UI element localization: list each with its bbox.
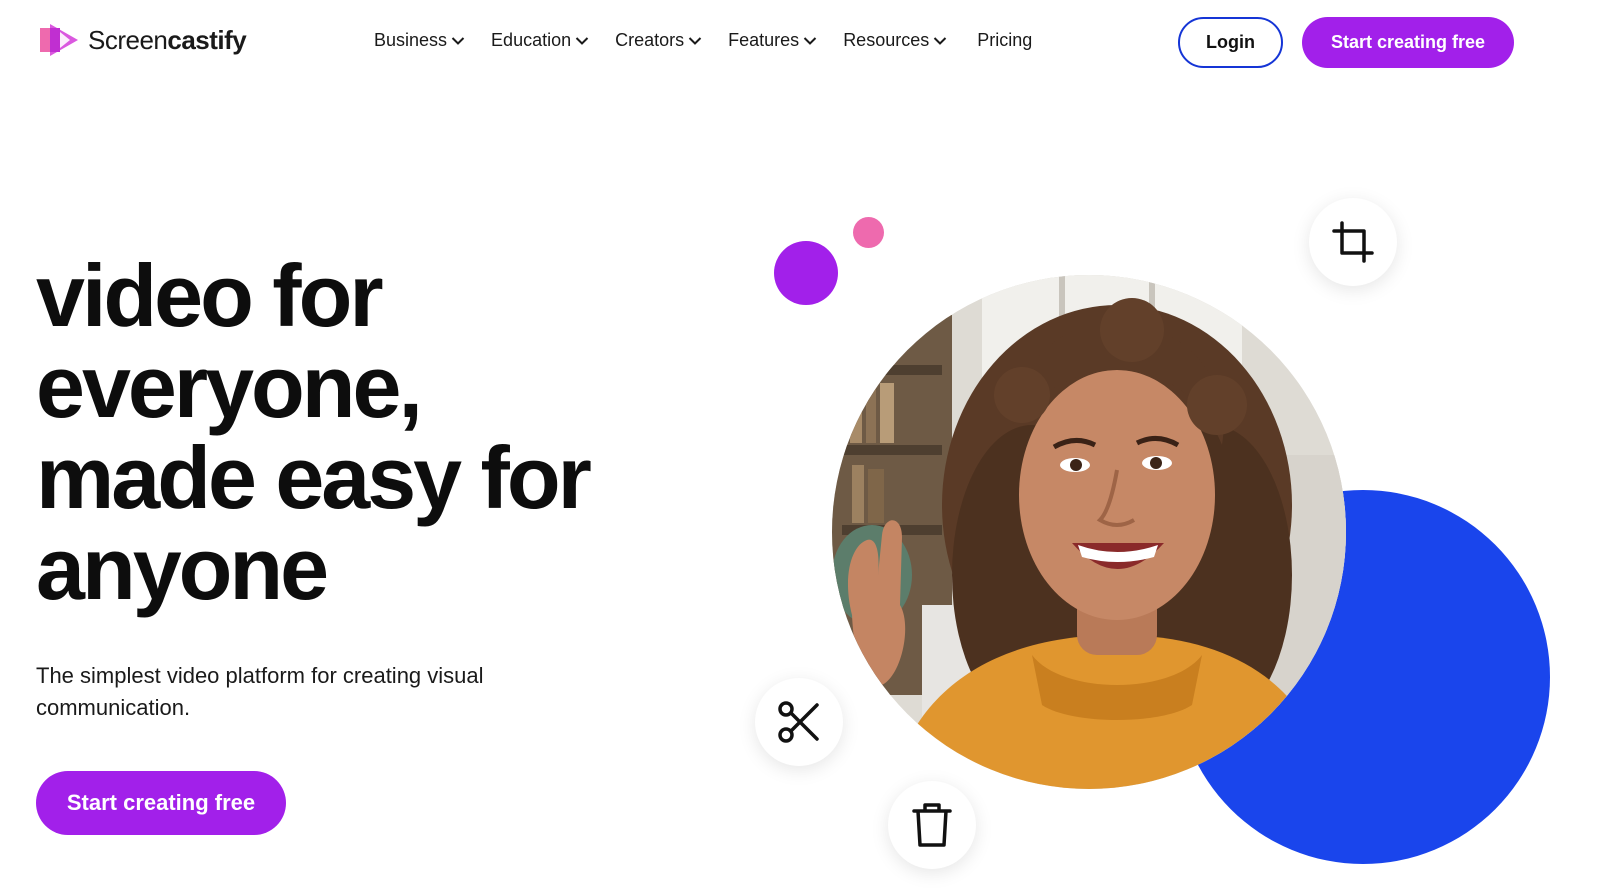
hero-title-line: video for bbox=[36, 246, 384, 345]
hero-subtitle: The simplest video platform for creating… bbox=[36, 663, 484, 720]
chevron-down-icon bbox=[451, 36, 465, 45]
nav-item-business[interactable]: Business bbox=[374, 30, 465, 51]
nav-item-label: Creators bbox=[615, 30, 685, 50]
brand-logo[interactable]: Screencastify bbox=[38, 22, 247, 58]
nav-item-education[interactable]: Education bbox=[491, 30, 589, 51]
cut-button[interactable] bbox=[755, 678, 843, 766]
header-start-creating-button[interactable]: Start creating free bbox=[1302, 17, 1514, 68]
chevron-down-icon bbox=[575, 36, 589, 45]
nav-item-label: Resources bbox=[843, 30, 930, 50]
brand-name: Screencastify bbox=[88, 24, 247, 55]
nav-item-label: Pricing bbox=[977, 30, 1033, 50]
chevron-down-icon bbox=[934, 36, 947, 45]
main-nav: Business Education Creators Features Res… bbox=[374, 30, 1032, 51]
nav-item-resources[interactable]: Resources bbox=[843, 30, 947, 51]
crop-button[interactable] bbox=[1309, 198, 1397, 286]
hero-title-line: made easy for bbox=[36, 428, 592, 527]
hero-title-line: everyone, bbox=[36, 337, 423, 436]
nav-item-label: Features bbox=[728, 30, 800, 50]
smiling-woman-waving-photo bbox=[832, 275, 1346, 789]
decorative-pink-dot bbox=[853, 217, 884, 248]
login-button[interactable]: Login bbox=[1178, 17, 1283, 68]
nav-item-label: Education bbox=[491, 30, 572, 50]
hero-title: video for everyone, made easy for anyone bbox=[36, 250, 736, 614]
landing-page: Screencastify Business Education Creator… bbox=[0, 0, 1600, 895]
chevron-down-icon bbox=[803, 36, 817, 45]
nav-item-label: Business bbox=[374, 30, 448, 50]
crop-icon bbox=[1332, 221, 1374, 263]
decorative-purple-dot bbox=[774, 241, 838, 305]
hero-start-creating-button[interactable]: Start creating free bbox=[36, 771, 286, 835]
delete-button[interactable] bbox=[888, 781, 976, 869]
nav-item-features[interactable]: Features bbox=[728, 30, 817, 51]
nav-item-creators[interactable]: Creators bbox=[615, 30, 702, 51]
chevron-down-icon bbox=[688, 36, 702, 45]
trash-icon bbox=[912, 803, 952, 847]
nav-item-pricing[interactable]: Pricing bbox=[977, 30, 1032, 51]
hero-title-line: anyone bbox=[36, 519, 329, 618]
scissors-icon bbox=[778, 701, 819, 743]
screencastify-logo-icon bbox=[40, 24, 78, 56]
